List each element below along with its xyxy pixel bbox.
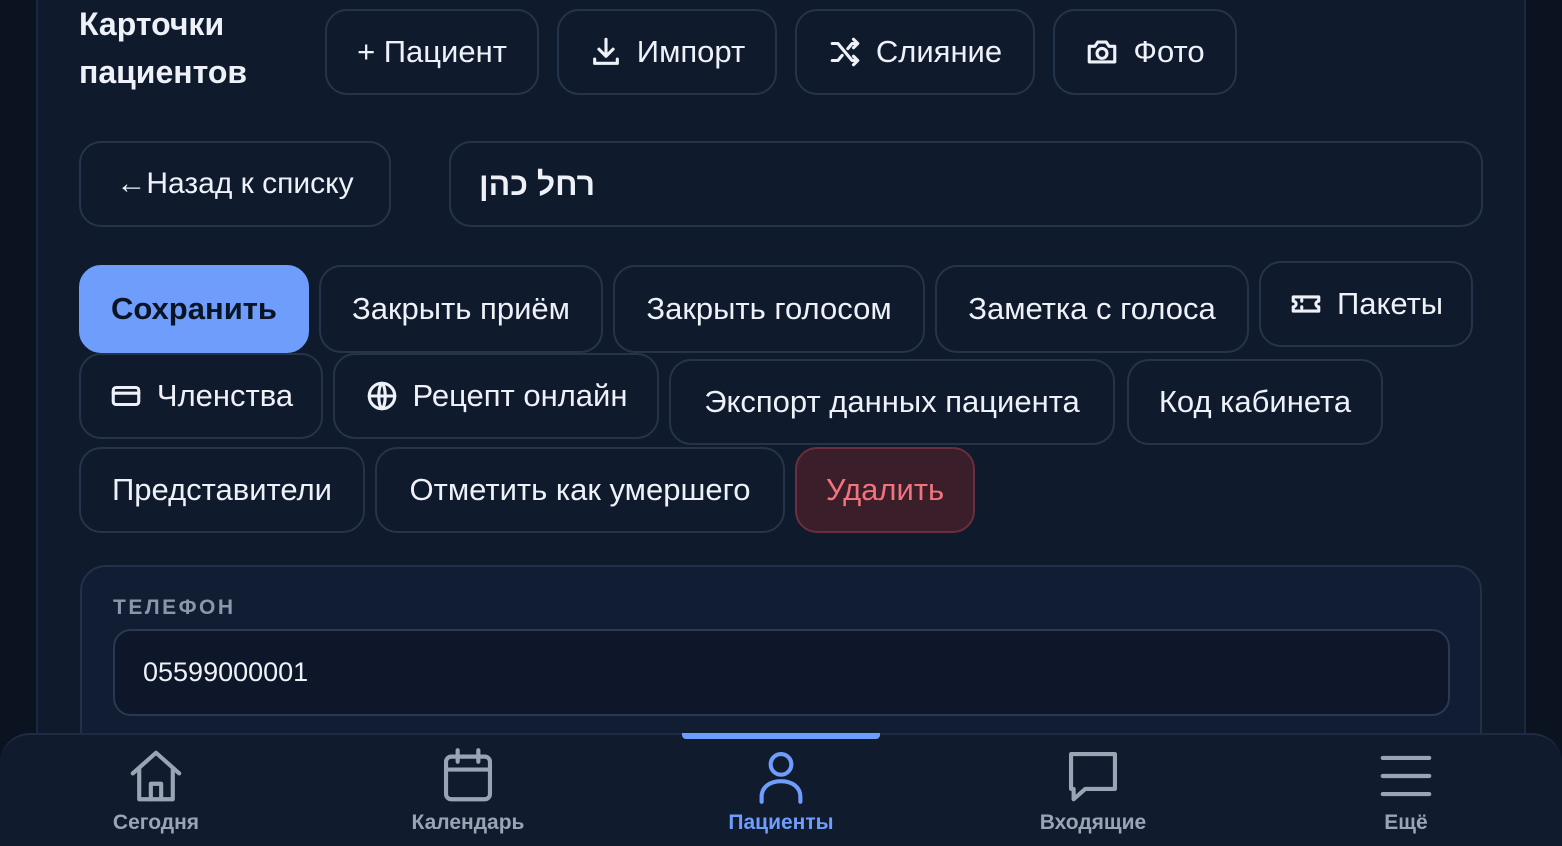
close-visit-label: Закрыть приём xyxy=(352,291,570,326)
export-data-label: Экспорт данных пациента xyxy=(704,384,1080,419)
user-icon xyxy=(759,751,803,804)
packages-button[interactable]: Пакеты xyxy=(1259,261,1473,347)
voice-note-label: Заметка с голоса xyxy=(968,291,1216,326)
prescription-online-button[interactable]: Рецепт онлайн xyxy=(333,353,659,439)
memberships-button[interactable]: Членства xyxy=(79,353,323,439)
active-tab-indicator xyxy=(682,733,880,739)
export-data-button[interactable]: Экспорт данных пациента xyxy=(669,359,1115,445)
nav-today-label: Сегодня xyxy=(112,811,200,834)
mark-deceased-button[interactable]: Отметить как умершего xyxy=(375,447,785,533)
close-visit-button[interactable]: Закрыть приём xyxy=(319,265,603,353)
nav-more-label: Ещё xyxy=(1384,811,1428,834)
office-code-button[interactable]: Код кабинета xyxy=(1127,359,1383,445)
close-by-voice-label: Закрыть голосом xyxy=(646,291,892,326)
phone-input[interactable]: 05599000001 xyxy=(113,629,1450,716)
add-patient-label: + Пациент xyxy=(357,34,507,69)
credit-card-icon xyxy=(111,385,141,407)
patient-name-field[interactable]: רחל כהן xyxy=(449,141,1483,227)
photo-button[interactable]: Фото xyxy=(1053,9,1237,95)
add-patient-button[interactable]: + Пациент xyxy=(325,9,539,95)
prescription-online-label: Рецепт онлайн xyxy=(412,378,628,413)
nav-patients[interactable]: Пациенты xyxy=(681,745,881,845)
ticket-icon xyxy=(1291,295,1321,313)
nav-inbox-label: Входящие xyxy=(1039,811,1147,834)
representatives-label: Представители xyxy=(111,472,332,507)
patient-name: רחל כהן xyxy=(479,165,596,202)
representatives-button[interactable]: Представители xyxy=(79,447,365,533)
shuffle-icon xyxy=(830,37,860,67)
office-code-label: Код кабинета xyxy=(1158,384,1352,419)
delete-label: Удалить xyxy=(825,472,945,507)
globe-icon xyxy=(367,381,396,411)
nav-more[interactable]: Ещё xyxy=(1306,745,1506,845)
mark-deceased-label: Отметить как умершего xyxy=(409,472,751,507)
import-button[interactable]: Импорт xyxy=(557,9,777,95)
nav-inbox[interactable]: Входящие xyxy=(993,745,1193,845)
nav-calendar[interactable]: Календарь xyxy=(368,745,568,845)
packages-label: Пакеты xyxy=(1336,286,1444,321)
merge-button[interactable]: Слияние xyxy=(795,9,1035,95)
save-label: Сохранить xyxy=(111,291,277,326)
camera-icon xyxy=(1088,40,1117,64)
nav-today[interactable]: Сегодня xyxy=(56,745,256,845)
memberships-label: Членства xyxy=(156,378,294,413)
menu-icon xyxy=(1380,755,1432,797)
home-icon xyxy=(130,750,182,802)
back-to-list-label: ←Назад к списку xyxy=(116,167,354,200)
nav-calendar-label: Календарь xyxy=(411,811,525,834)
page-title: Карточки пациентов xyxy=(79,6,248,90)
phone-label: ТЕЛЕФОН xyxy=(113,596,236,619)
close-by-voice-button[interactable]: Закрыть голосом xyxy=(613,265,925,353)
back-to-list-button[interactable]: ←Назад к списку xyxy=(79,141,391,227)
calendar-icon xyxy=(443,748,493,802)
save-button[interactable]: Сохранить xyxy=(79,265,309,353)
voice-note-button[interactable]: Заметка с голоса xyxy=(935,265,1249,353)
merge-label: Слияние xyxy=(875,34,1003,69)
delete-button[interactable]: Удалить xyxy=(795,447,975,533)
photo-label: Фото xyxy=(1133,34,1205,69)
phone-value: 05599000001 xyxy=(143,657,309,687)
import-label: Импорт xyxy=(636,34,746,69)
download-icon xyxy=(592,37,619,65)
nav-patients-label: Пациенты xyxy=(728,811,834,834)
chat-icon xyxy=(1068,751,1118,802)
